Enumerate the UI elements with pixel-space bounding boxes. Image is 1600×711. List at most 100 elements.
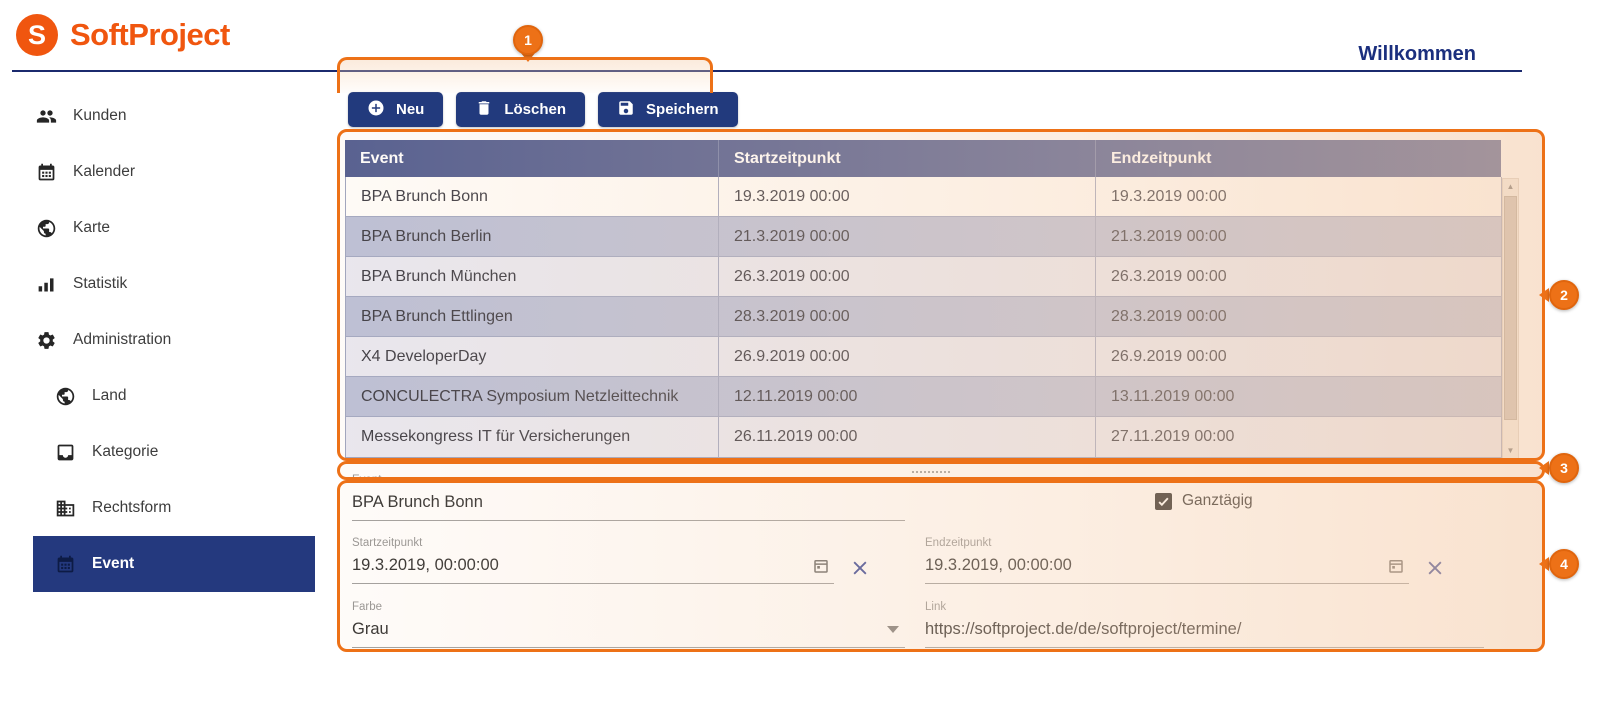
cell-event: CONCULECTRA Symposium Netzleittechnik bbox=[346, 377, 718, 416]
toolbar-button-label: Speichern bbox=[646, 101, 719, 118]
cell-event: Messekongress IT für Versicherungen bbox=[346, 417, 718, 457]
annotation-bracket-1 bbox=[337, 57, 713, 93]
column-header-startzeitpunkt[interactable]: Startzeitpunkt bbox=[718, 140, 1095, 177]
sidebar-item-event[interactable]: Event bbox=[33, 536, 315, 592]
sidebar-item-kunden[interactable]: Kunden bbox=[0, 88, 315, 144]
annotation-marker-4: 4 bbox=[1549, 549, 1579, 579]
table-row[interactable]: CONCULECTRA Symposium Netzleittechnik12.… bbox=[346, 377, 1501, 417]
annotation-marker-1: 1 bbox=[513, 25, 543, 55]
loeschen-button[interactable]: Löschen bbox=[456, 92, 585, 127]
clear-start-icon[interactable] bbox=[850, 558, 870, 578]
cell-start: 12.11.2019 00:00 bbox=[718, 377, 1095, 416]
toolbar-button-label: Neu bbox=[396, 101, 424, 118]
app-window: S SoftProject Willkommen KundenKalenderK… bbox=[0, 0, 1600, 711]
column-header-endzeitpunkt[interactable]: Endzeitpunkt bbox=[1095, 140, 1501, 177]
sidebar-item-label: Karte bbox=[73, 219, 110, 237]
datepicker-icon[interactable] bbox=[1387, 557, 1405, 575]
page-title: Willkommen bbox=[1358, 43, 1476, 66]
event-field-value[interactable]: BPA Brunch Bonn bbox=[352, 493, 905, 512]
cell-event: X4 DeveloperDay bbox=[346, 337, 718, 376]
event-detail-form: Event BPA Brunch Bonn Ganztägig Startzei… bbox=[352, 470, 1484, 660]
checkbox-checked-icon[interactable] bbox=[1155, 493, 1172, 510]
link-field-value[interactable]: https://softproject.de/de/softproject/te… bbox=[925, 620, 1484, 639]
link-field[interactable]: Link https://softproject.de/de/softproje… bbox=[925, 601, 1484, 648]
trash-icon bbox=[475, 99, 493, 121]
end-field-value[interactable]: 19.3.2019, 00:00:00 bbox=[925, 556, 1387, 575]
start-field-value[interactable]: 19.3.2019, 00:00:00 bbox=[352, 556, 812, 575]
cell-end: 13.11.2019 00:00 bbox=[1095, 377, 1501, 416]
sidebar-item-label: Kunden bbox=[73, 107, 126, 125]
end-datetime-field[interactable]: Endzeitpunkt 19.3.2019, 00:00:00 bbox=[925, 537, 1445, 584]
sidebar-item-karte[interactable]: Karte bbox=[0, 200, 315, 256]
annotation-pointer-4 bbox=[1539, 557, 1549, 571]
people-icon bbox=[36, 106, 57, 127]
table-row[interactable]: BPA Brunch Bonn19.3.2019 00:0019.3.2019 … bbox=[346, 177, 1501, 217]
clear-end-icon[interactable] bbox=[1425, 558, 1445, 578]
cell-event: BPA Brunch Bonn bbox=[346, 177, 718, 216]
table-header-row: Event Startzeitpunkt Endzeitpunkt bbox=[345, 140, 1501, 177]
cell-event: BPA Brunch Ettlingen bbox=[346, 297, 718, 336]
annotation-marker-3: 3 bbox=[1549, 453, 1579, 483]
sidebar-item-rechtsform[interactable]: Rechtsform bbox=[0, 480, 315, 536]
cell-event: BPA Brunch Berlin bbox=[346, 217, 718, 256]
color-select-field[interactable]: Farbe Grau bbox=[352, 601, 905, 648]
globe-icon bbox=[55, 386, 76, 407]
event-table: Event Startzeitpunkt Endzeitpunkt BPA Br… bbox=[345, 140, 1519, 458]
globe-icon bbox=[36, 218, 57, 239]
building-icon bbox=[55, 498, 76, 519]
neu-button[interactable]: Neu bbox=[348, 92, 443, 127]
column-header-event[interactable]: Event bbox=[345, 140, 718, 177]
end-field-label: Endzeitpunkt bbox=[925, 537, 1445, 549]
datepicker-icon[interactable] bbox=[812, 557, 830, 575]
table-row[interactable]: X4 DeveloperDay26.9.2019 00:0026.9.2019 … bbox=[346, 337, 1501, 377]
color-field-label: Farbe bbox=[352, 601, 905, 613]
annotation-pointer-1 bbox=[521, 53, 535, 62]
speichern-button[interactable]: Speichern bbox=[598, 92, 738, 127]
chevron-down-icon[interactable] bbox=[887, 626, 899, 633]
cell-event: BPA Brunch München bbox=[346, 257, 718, 296]
sidebar-item-label: Administration bbox=[73, 331, 171, 349]
sidebar-item-label: Rechtsform bbox=[92, 499, 171, 517]
sidebar-item-label: Kalender bbox=[73, 163, 135, 181]
color-field-value[interactable]: Grau bbox=[352, 620, 887, 639]
cell-start: 26.9.2019 00:00 bbox=[718, 337, 1095, 376]
sidebar-item-label: Event bbox=[92, 555, 134, 573]
cell-start: 19.3.2019 00:00 bbox=[718, 177, 1095, 216]
cell-end: 28.3.2019 00:00 bbox=[1095, 297, 1501, 336]
sidebar-item-kalender[interactable]: Kalender bbox=[0, 144, 315, 200]
toolbar: Neu Löschen Speichern bbox=[348, 92, 738, 127]
logo-text: SoftProject bbox=[70, 17, 230, 53]
cell-start: 28.3.2019 00:00 bbox=[718, 297, 1095, 336]
scroll-down-icon[interactable]: ▼ bbox=[1503, 446, 1518, 455]
table-scrollbar[interactable]: ▲ ▼ bbox=[1502, 178, 1519, 459]
cell-end: 26.3.2019 00:00 bbox=[1095, 257, 1501, 296]
cell-start: 26.3.2019 00:00 bbox=[718, 257, 1095, 296]
scroll-up-icon[interactable]: ▲ bbox=[1503, 182, 1518, 191]
table-row[interactable]: BPA Brunch Ettlingen28.3.2019 00:0028.3.… bbox=[346, 297, 1501, 337]
sidebar-item-kategorie[interactable]: Kategorie bbox=[0, 424, 315, 480]
toolbar-button-label: Löschen bbox=[504, 101, 566, 118]
sidebar-item-label: Land bbox=[92, 387, 126, 405]
allday-label: Ganztägig bbox=[1182, 492, 1253, 510]
calendar-icon bbox=[36, 162, 57, 183]
scrollbar-thumb[interactable] bbox=[1504, 196, 1517, 420]
sidebar-item-administration[interactable]: Administration bbox=[0, 312, 315, 368]
table-row[interactable]: BPA Brunch Berlin21.3.2019 00:0021.3.201… bbox=[346, 217, 1501, 257]
sidebar-item-label: Statistik bbox=[73, 275, 127, 293]
table-row[interactable]: BPA Brunch München26.3.2019 00:0026.3.20… bbox=[346, 257, 1501, 297]
table-body: BPA Brunch Bonn19.3.2019 00:0019.3.2019 … bbox=[345, 177, 1502, 458]
annotation-marker-2: 2 bbox=[1549, 280, 1579, 310]
inbox-icon bbox=[55, 442, 76, 463]
allday-checkbox[interactable]: Ganztägig bbox=[1155, 492, 1253, 510]
event-field-label: Event bbox=[352, 474, 905, 486]
bar-chart-icon bbox=[36, 274, 57, 295]
save-icon bbox=[617, 99, 635, 121]
table-row[interactable]: Messekongress IT für Versicherungen26.11… bbox=[346, 417, 1501, 457]
plus-circle-icon bbox=[367, 99, 385, 121]
event-field[interactable]: Event BPA Brunch Bonn bbox=[352, 474, 905, 521]
sidebar-item-statistik[interactable]: Statistik bbox=[0, 256, 315, 312]
sidebar-item-land[interactable]: Land bbox=[0, 368, 315, 424]
cell-start: 26.11.2019 00:00 bbox=[718, 417, 1095, 457]
start-datetime-field[interactable]: Startzeitpunkt 19.3.2019, 00:00:00 bbox=[352, 537, 870, 584]
link-field-label: Link bbox=[925, 601, 1484, 613]
